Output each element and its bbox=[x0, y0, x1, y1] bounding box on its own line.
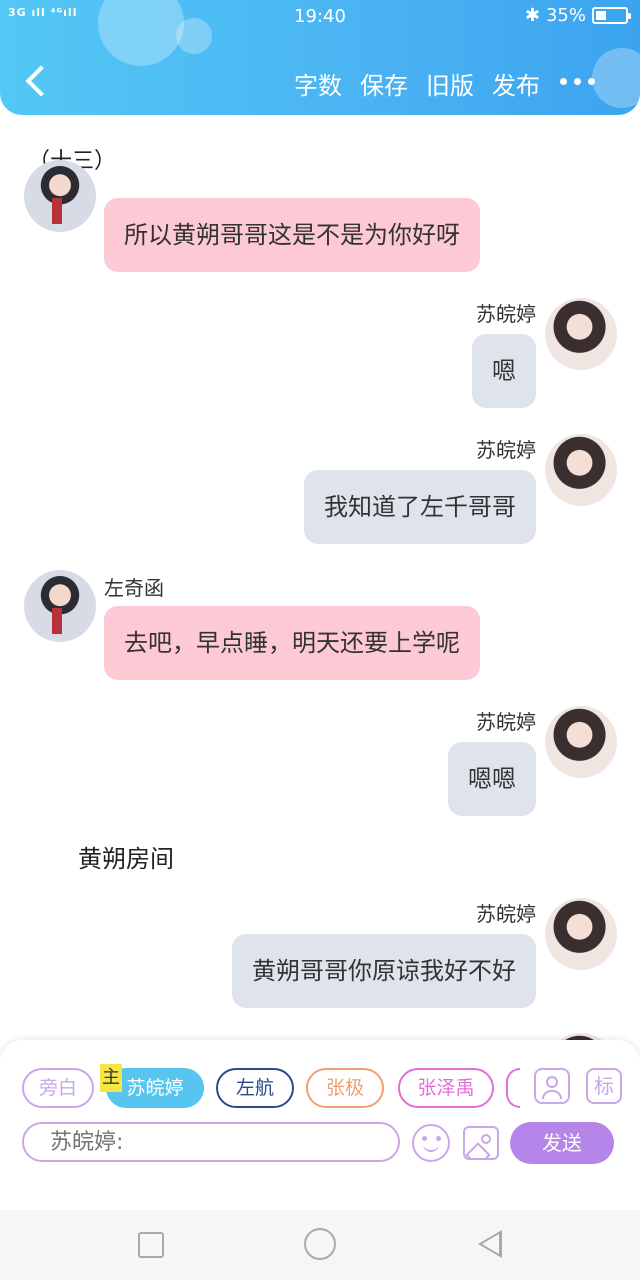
emoji-icon[interactable] bbox=[412, 1124, 450, 1162]
more-options-icon[interactable] bbox=[560, 66, 600, 96]
save-button[interactable]: 保存 bbox=[360, 66, 408, 101]
speaker-name: 左奇函 bbox=[104, 576, 164, 600]
tag-icon[interactable]: 标 bbox=[586, 1068, 622, 1104]
send-button[interactable]: 发送 bbox=[510, 1122, 614, 1164]
battery-percent: 35% bbox=[545, 5, 586, 26]
back-icon[interactable] bbox=[478, 1230, 502, 1258]
message-bubble[interactable]: 嗯 bbox=[472, 334, 536, 408]
system-nav-bar bbox=[0, 1210, 640, 1280]
message-bubble[interactable]: 我知道了左千哥哥 bbox=[304, 470, 536, 544]
composer-panel: 旁白 主 苏皖婷 左航 张极 张泽禹 标 发送 bbox=[0, 1040, 640, 1210]
publish-button[interactable]: 发布 bbox=[492, 66, 540, 101]
role-chip[interactable]: 张泽禹 bbox=[398, 1068, 494, 1108]
character-manage-icon[interactable] bbox=[534, 1068, 570, 1104]
role-chip-partial[interactable] bbox=[506, 1068, 520, 1108]
role-chip[interactable]: 张极 bbox=[306, 1068, 384, 1108]
speaker-name: 苏皖婷 bbox=[476, 438, 536, 462]
message-bubble[interactable]: 嗯嗯 bbox=[448, 742, 536, 816]
old-version-button[interactable]: 旧版 bbox=[426, 66, 474, 101]
avatar[interactable] bbox=[545, 1033, 617, 1040]
word-count-button[interactable]: 字数 bbox=[294, 66, 342, 101]
avatar[interactable] bbox=[545, 434, 617, 506]
role-chip[interactable]: 左航 bbox=[216, 1068, 294, 1108]
message-input[interactable] bbox=[22, 1122, 400, 1162]
message-bubble[interactable]: 去吧，早点睡，明天还要上学呢 bbox=[104, 606, 480, 680]
avatar[interactable] bbox=[545, 298, 617, 370]
top-header: 3G ıll ⁴ᴳıll 19:40 ✱ 35% 字数 保存 旧版 发布 bbox=[0, 0, 640, 115]
chat-area[interactable]: （十三） 所以黄朔哥哥这是不是为你好呀 苏皖婷 嗯 苏皖婷 我知道了左千哥哥 左… bbox=[0, 115, 640, 1040]
battery-icon bbox=[592, 7, 631, 24]
avatar[interactable] bbox=[24, 160, 96, 232]
message-bubble[interactable]: 所以黄朔哥哥这是不是为你好呀 bbox=[104, 198, 480, 272]
speaker-name: 苏皖婷 bbox=[476, 302, 536, 326]
scene-label: 黄朔房间 bbox=[78, 845, 174, 873]
status-bar: 3G ıll ⁴ᴳıll 19:40 ✱ 35% bbox=[0, 0, 640, 36]
avatar[interactable] bbox=[545, 898, 617, 970]
avatar[interactable] bbox=[24, 570, 96, 642]
speaker-name: 苏皖婷 bbox=[476, 710, 536, 734]
message-bubble[interactable]: 黄朔哥哥你原谅我好不好 bbox=[232, 934, 536, 1008]
role-chip-narrator[interactable]: 旁白 bbox=[22, 1068, 94, 1108]
back-button[interactable] bbox=[22, 62, 52, 98]
speaker-name: 苏皖婷 bbox=[476, 902, 536, 926]
image-icon[interactable] bbox=[463, 1126, 499, 1160]
recent-apps-icon[interactable] bbox=[138, 1232, 164, 1258]
avatar[interactable] bbox=[545, 706, 617, 778]
main-role-badge: 主 bbox=[100, 1064, 122, 1092]
home-icon[interactable] bbox=[304, 1228, 336, 1260]
bluetooth-icon: ✱ bbox=[524, 5, 540, 26]
